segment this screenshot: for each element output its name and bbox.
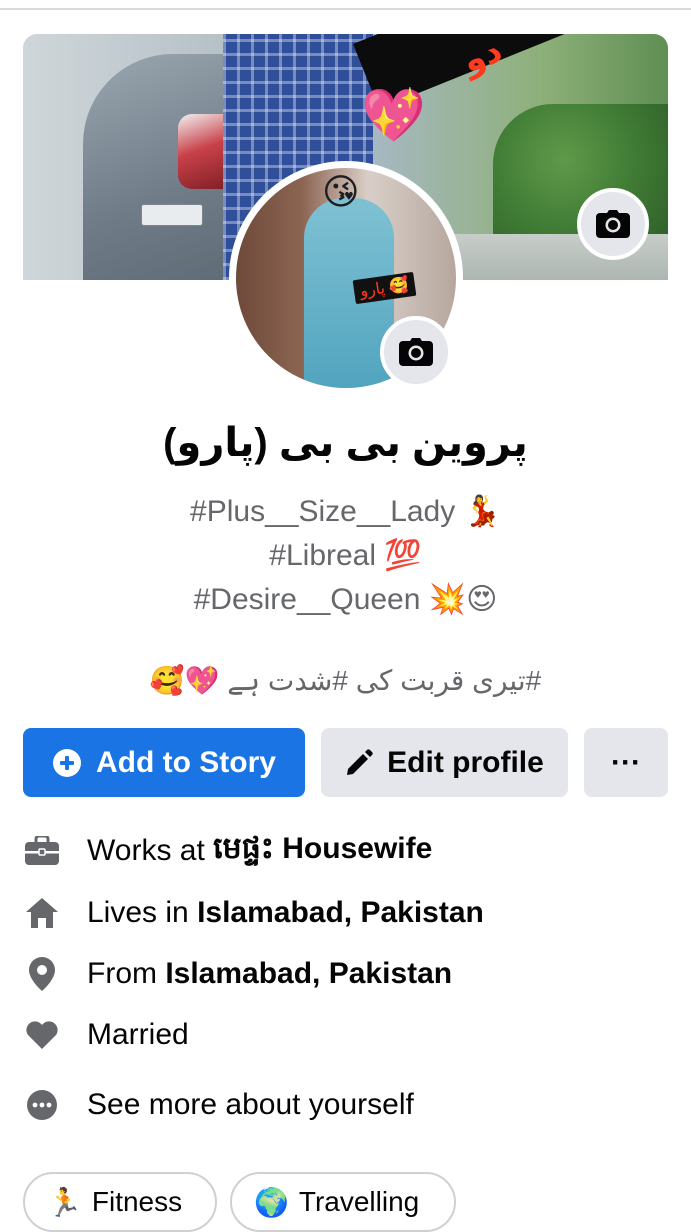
camera-icon [399,338,433,366]
top-divider [0,8,691,10]
kiss-emoji-icon: 😘 [322,171,360,212]
more-dots-icon: ··· [611,745,641,779]
more-options-button[interactable]: ··· [584,728,668,797]
bio-line: #Plus__Size__Lady 💃 [190,495,501,528]
hometown-detail[interactable]: From Islamabad, Pakistan [23,949,663,999]
work-detail[interactable]: Works at មេផ្ទះ Housewife [23,826,663,876]
profile-name: پروین بی بی (پارو) [163,421,528,465]
edit-profile-label: Edit profile [387,745,544,779]
bio-line: #Libreal 💯 [269,539,422,572]
profile-bio: #Plus__Size__Lady 💃 #Libreal 💯 #Desire__… [0,490,691,622]
relationship-value: Married [87,1018,189,1051]
camera-icon [596,210,630,238]
add-to-story-label: Add to Story [96,745,276,779]
profile-tagline: 🥰💖 تیری قربت کی #شدت ہے# [149,665,542,696]
from-value: Islamabad, Pakistan [165,957,453,990]
lives-value: Islamabad, Pakistan [197,896,484,929]
lives-prefix: Lives in [87,896,198,929]
heart-sticker-icon: 💖 [361,87,426,145]
from-prefix: From [87,957,166,990]
bio-line: #Desire__Queen 💥😍 [193,583,498,616]
globe-icon: 🌍 [254,1187,289,1218]
hobby-label: Travelling [298,1186,420,1217]
ellipsis-circle-icon [23,1086,61,1124]
fitness-icon: 🏃 [47,1187,82,1218]
edit-profile-button[interactable]: Edit profile [321,728,568,797]
hobby-chip-travelling[interactable]: 🌍 Travelling [230,1172,456,1232]
lives-detail[interactable]: Lives in Islamabad, Pakistan [23,888,663,938]
briefcase-icon [23,832,61,870]
see-more-about-link[interactable]: See more about yourself [23,1080,663,1130]
add-to-story-button[interactable]: Add to Story [23,728,305,797]
plus-circle-icon [52,748,82,778]
work-prefix: Works at [87,834,214,867]
cover-plate-shape [141,204,203,226]
hobby-label: Fitness [91,1186,183,1217]
work-value: មេផ្ទះ Housewife [213,832,433,865]
home-icon [23,894,61,932]
edit-profile-picture-button[interactable] [380,316,452,388]
hobby-chip-fitness[interactable]: 🏃 Fitness [23,1172,217,1232]
heart-icon [23,1016,61,1054]
see-more-label: See more about yourself [87,1088,414,1121]
location-pin-icon [23,955,61,993]
pencil-icon [345,748,373,777]
edit-cover-photo-button[interactable] [577,188,649,260]
relationship-detail[interactable]: Married [23,1010,663,1060]
